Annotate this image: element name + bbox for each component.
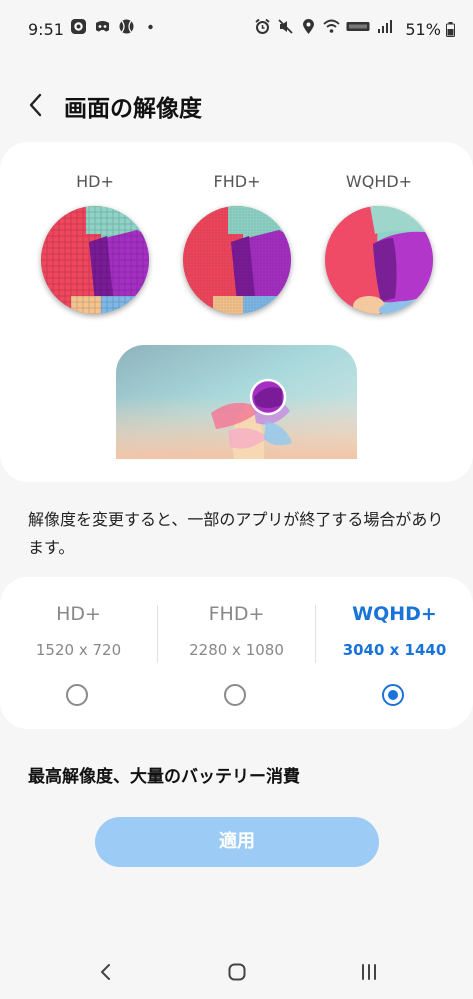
resolution-options: HD+ 1520 x 720 FHD+ 2280 x 1080 WQHD+ 30… (0, 577, 473, 729)
signal-icon (376, 18, 393, 35)
option-wqhd-dims: 3040 x 1440 (342, 641, 447, 659)
option-hd-radio[interactable] (66, 684, 88, 706)
back-icon[interactable] (24, 90, 50, 120)
option-wqhd-radio[interactable] (382, 684, 404, 706)
radio-selected-dot (388, 690, 398, 700)
nav-back-icon[interactable] (91, 958, 121, 986)
option-fhd-dims: 2280 x 1080 (189, 641, 284, 659)
preview-circle-hd (41, 206, 149, 314)
mute-icon (277, 18, 294, 35)
battery-icon (446, 22, 455, 37)
status-bar: 9:51 51% (0, 0, 473, 56)
nav-recents-icon[interactable] (354, 958, 384, 986)
messenger-icon (70, 18, 87, 35)
option-fhd-radio[interactable] (224, 684, 246, 706)
option-hd[interactable]: HD+ 1520 x 720 (0, 577, 157, 729)
resolution-notice: 解像度を変更すると、一部のアプリが終了する場合があります。 (28, 510, 444, 557)
preview-circle-wqhd (325, 206, 433, 314)
location-icon (300, 18, 317, 35)
option-wqhd[interactable]: WQHD+ 3040 x 1440 (316, 577, 473, 729)
nav-home-icon[interactable] (222, 958, 252, 986)
app-header: 画面の解像度 (0, 78, 473, 134)
option-fhd-name: FHD+ (208, 603, 265, 625)
volte-icon (346, 18, 370, 35)
alarm-icon (254, 18, 271, 35)
preview-label-hd: HD+ (76, 172, 114, 191)
wifi-icon (323, 18, 340, 35)
preview-label-wqhd: WQHD+ (345, 172, 413, 191)
apply-button[interactable]: 適用 (95, 817, 379, 867)
discord-icon (94, 18, 111, 35)
sports-ball-icon (118, 18, 135, 35)
option-hd-dims: 1520 x 720 (35, 641, 122, 659)
dot-icon (142, 18, 159, 35)
option-wqhd-name: WQHD+ (352, 603, 437, 625)
status-time: 9:51 (28, 20, 64, 39)
page-title: 画面の解像度 (64, 96, 202, 122)
option-hd-name: HD+ (56, 603, 101, 625)
preview-label-fhd: FHD+ (213, 172, 261, 191)
navigation-bar (0, 944, 473, 999)
battery-warning: 最高解像度、大量のバッテリー消費 (28, 767, 300, 787)
battery-percentage: 51% (405, 20, 455, 39)
preview-circle-fhd (183, 206, 291, 314)
resolution-preview-card: HD+ FHD+ WQHD+ (0, 142, 473, 482)
wallpaper-preview (116, 345, 357, 459)
option-fhd[interactable]: FHD+ 2280 x 1080 (158, 577, 315, 729)
